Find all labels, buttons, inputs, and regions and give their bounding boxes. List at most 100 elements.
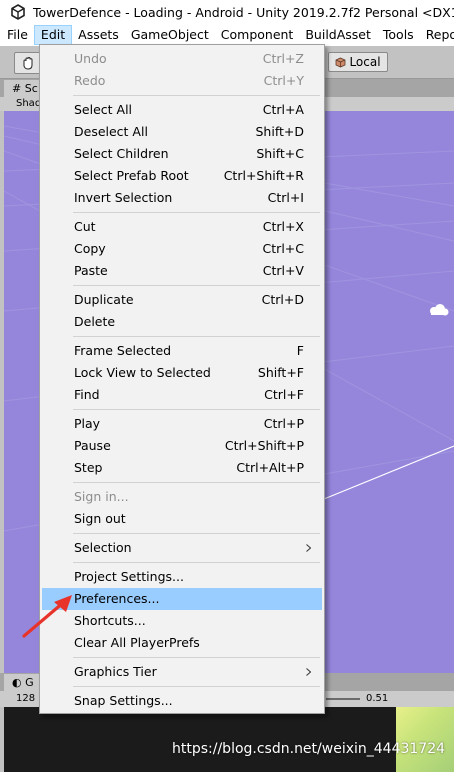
edit-menu-dropdown: Undo Ctrl+Z Redo Ctrl+Y Select All Ctrl+A Dese… <box>39 44 325 714</box>
menu-item-graphics-tier[interactable]: Graphics Tier <box>42 661 322 683</box>
menu-file[interactable]: File <box>0 25 34 45</box>
menu-item-label: Sign out <box>74 511 126 526</box>
menu-item-shortcuts[interactable]: Shortcuts... <box>42 610 322 632</box>
menu-item-deselect-all[interactable]: Deselect All Shift+D <box>42 121 322 143</box>
menu-item-label: Copy <box>74 241 106 256</box>
menu-item-label: Lock View to Selected <box>74 365 211 380</box>
menu-item-label: Delete <box>74 314 116 329</box>
hand-tool-button[interactable] <box>14 52 42 74</box>
unity-logo-icon <box>11 4 25 20</box>
menu-item-label: Clear All PlayerPrefs <box>74 635 200 650</box>
menu-item-shortcut: Ctrl+P <box>263 416 304 431</box>
menu-item-label: Snap Settings... <box>74 693 173 708</box>
title-bar: TowerDefence - Loading - Android - Unity… <box>0 0 454 24</box>
menu-separator <box>73 285 320 286</box>
menu-item-label: Find <box>74 387 100 402</box>
menu-item-delete[interactable]: Delete <box>42 311 322 333</box>
scene-tab-label: Sc <box>24 82 38 95</box>
menu-separator <box>73 95 320 96</box>
menu-item-snap-settings[interactable]: Snap Settings... <box>42 690 322 712</box>
menu-separator <box>73 562 320 563</box>
menu-tools[interactable]: Tools <box>377 25 420 45</box>
menu-item-shortcut: Ctrl+V <box>262 263 304 278</box>
watermark: https://blog.csdn.net/weixin_44431724 <box>172 741 446 757</box>
menu-item-label: Play <box>74 416 101 431</box>
menu-item-clear-all-playerprefs[interactable]: Clear All PlayerPrefs <box>42 632 322 654</box>
hand-icon <box>23 56 33 70</box>
menu-item-step[interactable]: Step Ctrl+Alt+P <box>42 457 322 479</box>
tab-game[interactable]: ◐ G <box>4 674 40 691</box>
game-render-preview <box>396 707 454 772</box>
menu-item-label: Cut <box>74 219 96 234</box>
menu-repor[interactable]: Repor <box>420 25 454 45</box>
menu-separator <box>73 212 320 213</box>
menu-item-undo: Undo Ctrl+Z <box>42 48 322 70</box>
menu-item-lock-view-to-selected[interactable]: Lock View to Selected Shift+F <box>42 362 322 384</box>
menu-item-shortcut: Shift+D <box>255 124 304 139</box>
menu-item-pause[interactable]: Pause Ctrl+Shift+P <box>42 435 322 457</box>
menu-item-label: Preferences... <box>74 591 160 606</box>
menu-item-label: Graphics Tier <box>74 664 157 679</box>
local-button-label: Local <box>349 55 381 69</box>
menu-item-shortcut: Ctrl+A <box>262 102 304 117</box>
cloud-icon <box>430 304 449 316</box>
menu-item-shortcut: Ctrl+Y <box>263 73 304 88</box>
menu-item-invert-selection[interactable]: Invert Selection Ctrl+I <box>42 187 322 209</box>
menu-separator <box>73 336 320 337</box>
menu-item-frame-selected[interactable]: Frame Selected F <box>42 340 322 362</box>
menu-item-label: Paste <box>74 263 108 278</box>
menu-item-shortcut: Shift+C <box>256 146 304 161</box>
menu-separator <box>73 482 320 483</box>
menu-item-paste[interactable]: Paste Ctrl+V <box>42 260 322 282</box>
menu-item-select-children[interactable]: Select Children Shift+C <box>42 143 322 165</box>
menu-item-label: Pause <box>74 438 111 453</box>
menu-item-selection[interactable]: Selection <box>42 537 322 559</box>
shading-mode-label: Shad <box>16 98 42 109</box>
menu-item-cut[interactable]: Cut Ctrl+X <box>42 216 322 238</box>
menu-item-copy[interactable]: Copy Ctrl+C <box>42 238 322 260</box>
menu-edit[interactable]: Edit <box>33 25 73 45</box>
menu-item-shortcut: F <box>296 343 304 358</box>
game-tab-label: G <box>25 676 34 689</box>
menu-separator <box>73 657 320 658</box>
menu-item-shortcut: Ctrl+I <box>267 190 304 205</box>
menu-item-shortcut: Ctrl+Shift+R <box>223 168 304 183</box>
red-arrow-icon <box>22 595 72 638</box>
menu-item-label: Select All <box>74 102 133 117</box>
game-viewport[interactable] <box>4 707 454 772</box>
menu-item-select-all[interactable]: Select All Ctrl+A <box>42 99 322 121</box>
cube-icon <box>336 57 346 67</box>
menu-item-shortcut: Ctrl+Z <box>262 51 304 66</box>
tab-scene[interactable]: # Sc <box>4 80 44 97</box>
menu-item-play[interactable]: Play Ctrl+P <box>42 413 322 435</box>
menu-item-label: Invert Selection <box>74 190 173 205</box>
menu-item-select-prefab-root[interactable]: Select Prefab Root Ctrl+Shift+R <box>42 165 322 187</box>
local-pivot-button[interactable]: Local <box>328 52 388 72</box>
menu-gameobject[interactable]: GameObject <box>125 25 215 45</box>
menu-item-shortcut: Ctrl+X <box>262 219 304 234</box>
game-resolution[interactable]: 128 <box>16 692 35 706</box>
menu-assets[interactable]: Assets <box>72 25 125 45</box>
menu-item-sign-out[interactable]: Sign out <box>42 508 322 530</box>
menu-item-sign-in: Sign in... <box>42 486 322 508</box>
menu-item-label: Select Children <box>74 146 169 161</box>
zoom-value: 0.51 <box>366 693 389 704</box>
menu-buildasset[interactable]: BuildAsset <box>299 25 377 45</box>
chevron-right-icon <box>306 668 311 676</box>
zoom-slider[interactable] <box>326 698 360 700</box>
menu-item-project-settings[interactable]: Project Settings... <box>42 566 322 588</box>
menu-item-label: Step <box>74 460 103 475</box>
menu-item-duplicate[interactable]: Duplicate Ctrl+D <box>42 289 322 311</box>
menu-separator <box>73 533 320 534</box>
menu-item-shortcut: Ctrl+F <box>264 387 304 402</box>
menu-item-preferences[interactable]: Preferences... <box>42 588 322 610</box>
menu-item-shortcut: Shift+F <box>257 365 304 380</box>
menu-item-label: Redo <box>74 73 106 88</box>
menu-item-shortcut: Ctrl+D <box>261 292 304 307</box>
menu-separator <box>73 409 320 410</box>
menu-item-shortcut: Ctrl+Alt+P <box>236 460 304 475</box>
menu-item-find[interactable]: Find Ctrl+F <box>42 384 322 406</box>
menu-item-label: Project Settings... <box>74 569 184 584</box>
menu-component[interactable]: Component <box>215 25 300 45</box>
menu-item-label: Deselect All <box>74 124 148 139</box>
